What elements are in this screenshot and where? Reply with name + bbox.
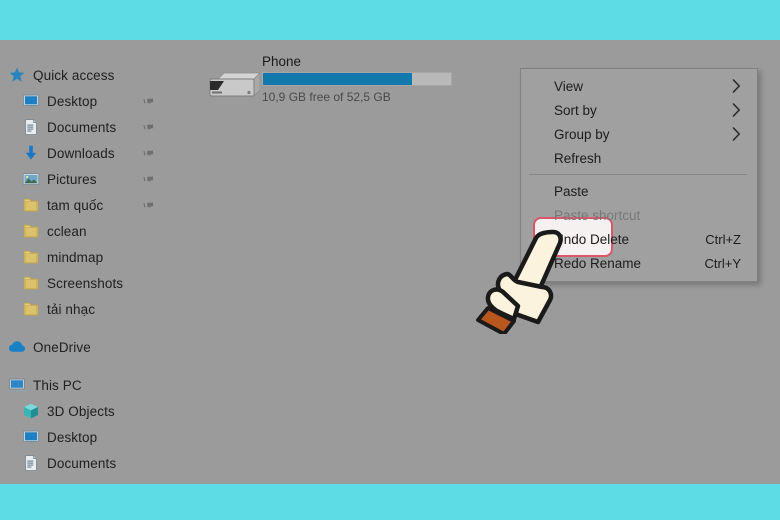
folder-icon xyxy=(22,300,40,318)
sidebar-item-onedrive[interactable]: OneDrive xyxy=(0,334,196,360)
context-menu-item-label: Paste xyxy=(554,183,589,199)
sidebar-item-label: Quick access xyxy=(33,67,115,83)
sidebar-item-documents[interactable]: Documents xyxy=(0,450,196,476)
pin-icon[interactable] xyxy=(141,93,156,108)
context-menu-item-shortcut: Ctrl+Z xyxy=(705,231,741,247)
sidebar-item-label: This PC xyxy=(33,377,82,393)
sidebar-item-desktop[interactable]: Desktop xyxy=(0,424,196,450)
context-menu-item-refresh[interactable]: Refresh xyxy=(521,146,757,170)
sidebar-item-label: tam quốc xyxy=(47,197,104,213)
chevron-right-icon xyxy=(732,127,741,141)
picture-icon xyxy=(22,170,40,188)
sidebar-item-label: tải nhạc xyxy=(47,301,96,317)
sidebar-item-this-pc[interactable]: This PC xyxy=(0,372,196,398)
sidebar-item-documents[interactable]: Documents xyxy=(0,114,196,140)
pin-icon[interactable] xyxy=(141,171,156,186)
sidebar-item-label: Desktop xyxy=(47,429,98,445)
screenshot-root: Quick access Desktop Documents Downloads Pic… xyxy=(0,0,780,520)
sidebar-item-label: Downloads xyxy=(47,145,115,161)
context-menu-item-paste-shortcut: Paste shortcut xyxy=(521,203,757,227)
top-frame-band xyxy=(0,0,780,40)
context-menu-item-label: Group by xyxy=(554,126,610,142)
context-menu-item-sort-by[interactable]: Sort by xyxy=(521,98,757,122)
sidebar-item-quick-access[interactable]: Quick access xyxy=(0,62,196,88)
sidebar-item-downloads[interactable]: Downloads xyxy=(0,140,196,166)
folder-icon xyxy=(22,248,40,266)
drive-capacity-label: 10,9 GB free of 52,5 GB xyxy=(262,90,391,104)
sidebar-item-pictures[interactable]: Pictures xyxy=(0,166,196,192)
download-icon xyxy=(22,144,40,162)
drive-capacity-bar-fill xyxy=(263,73,412,85)
context-menu-item-label: View xyxy=(554,78,584,94)
sidebar-item-desktop[interactable]: Desktop xyxy=(0,88,196,114)
sidebar-item-tải-nhạc[interactable]: tải nhạc xyxy=(0,296,196,322)
sidebar-item-label: Screenshots xyxy=(47,275,124,291)
folder-icon xyxy=(22,222,40,240)
sidebar-item-label: mindmap xyxy=(47,249,104,265)
sidebar-item-label: cclean xyxy=(47,223,87,239)
context-menu-item-label: Paste shortcut xyxy=(554,207,641,223)
context-menu-item-label: Sort by xyxy=(554,102,597,118)
monitor-icon xyxy=(22,92,40,110)
sidebar-item-mindmap[interactable]: mindmap xyxy=(0,244,196,270)
sidebar-item-screenshots[interactable]: Screenshots xyxy=(0,270,196,296)
star-icon xyxy=(8,66,26,84)
document-icon xyxy=(22,454,40,472)
folder-icon xyxy=(22,274,40,292)
cube-icon xyxy=(22,402,40,420)
sidebar-item-3d-objects[interactable]: 3D Objects xyxy=(0,398,196,424)
monitor-icon xyxy=(22,428,40,446)
sidebar-item-cclean[interactable]: cclean xyxy=(0,218,196,244)
file-explorer-window: Quick access Desktop Documents Downloads Pic… xyxy=(0,40,780,484)
chevron-right-icon xyxy=(732,79,741,93)
navigation-sidebar[interactable]: Quick access Desktop Documents Downloads Pic… xyxy=(0,40,196,484)
pin-icon[interactable] xyxy=(141,145,156,160)
drive-capacity-bar xyxy=(262,72,452,86)
sidebar-item-tam-quốc[interactable]: tam quốc xyxy=(0,192,196,218)
pointing-hand-cursor xyxy=(474,226,578,334)
sidebar-item-label: Pictures xyxy=(47,171,97,187)
sidebar-item-label: Documents xyxy=(47,119,117,135)
cloud-icon xyxy=(8,338,26,356)
context-menu-separator xyxy=(529,174,747,175)
chevron-right-icon xyxy=(732,103,741,117)
context-menu-item-view[interactable]: View xyxy=(521,74,757,98)
pin-icon[interactable] xyxy=(141,119,156,134)
computer-icon xyxy=(8,376,26,394)
drive-name-label: Phone xyxy=(262,54,302,69)
context-menu-item-shortcut: Ctrl+Y xyxy=(704,255,741,271)
document-icon xyxy=(22,118,40,136)
sidebar-item-label: Documents xyxy=(47,455,117,471)
context-menu-item-group-by[interactable]: Group by xyxy=(521,122,757,146)
bottom-frame-band xyxy=(0,484,780,520)
context-menu-item-label: Refresh xyxy=(554,150,602,166)
folder-icon xyxy=(22,196,40,214)
pin-icon[interactable] xyxy=(141,197,156,212)
sidebar-item-label: OneDrive xyxy=(33,339,91,355)
portable-device-icon xyxy=(208,70,260,104)
sidebar-item-label: 3D Objects xyxy=(47,403,115,419)
context-menu-item-paste[interactable]: Paste xyxy=(521,179,757,203)
sidebar-item-label: Desktop xyxy=(47,93,98,109)
drive-item-phone[interactable]: Phone 10,9 GB free of 52,5 GB xyxy=(204,48,464,112)
